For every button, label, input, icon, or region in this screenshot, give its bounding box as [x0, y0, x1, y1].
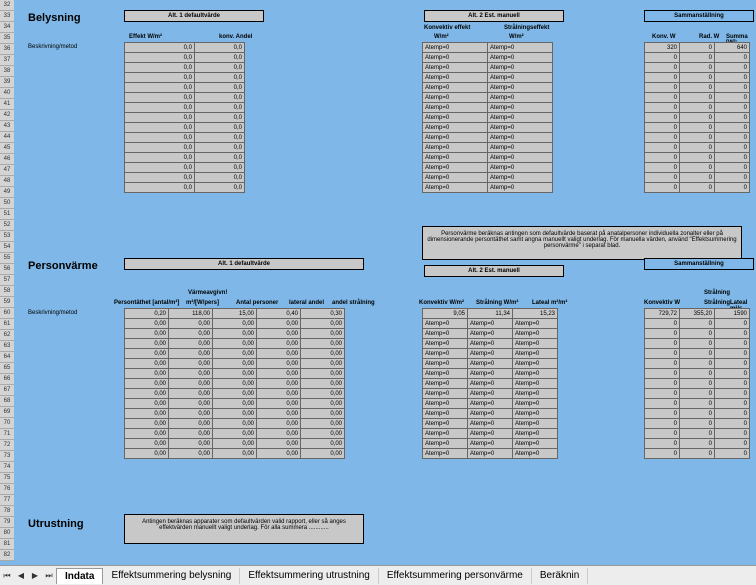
- tab-nav-prev[interactable]: ◀: [14, 567, 28, 585]
- col-wm2: W/m²: [509, 34, 524, 40]
- note-personvarme: Personvärme beräknas antingen som defaul…: [422, 226, 742, 260]
- belysning-table-samman[interactable]: 3200640000000000000000000000000000000000…: [644, 42, 750, 193]
- samman-header-pers: Sammanställning: [644, 258, 754, 270]
- alt1-header-belysning: Alt. 1 defaultvärde: [124, 10, 264, 22]
- pers-c5: andel strålning: [332, 300, 375, 306]
- sidelabel-1: Beskrivning/metod: [28, 44, 77, 50]
- sheet-content: Belysning Alt. 1 defaultvärde Alt. 2 Est…: [14, 0, 756, 565]
- col-wm1: W/m²: [434, 34, 449, 40]
- samman-header-belysning: Sammanställning: [644, 10, 754, 22]
- tab-nav-next[interactable]: ▶: [28, 567, 42, 585]
- alt2-header-pers: Alt. 2 Est. manuell: [424, 265, 564, 277]
- col-stral: Strålningseffekt: [504, 25, 549, 31]
- belysning-table-2[interactable]: Atemp=0Atemp=0Atemp=0Atemp=0Atemp=0Atemp…: [422, 42, 553, 193]
- pers-table-2[interactable]: 9,0511,3415,23Atemp=0Atemp=0Atemp=0Atemp…: [422, 308, 558, 459]
- col-konvw: Konv. W: [652, 34, 676, 40]
- col-radw: Rad. W: [699, 34, 719, 40]
- tab-beräknin[interactable]: Beräknin: [532, 568, 588, 584]
- pers-c1: Persontäthet [antal/m²]: [114, 300, 179, 306]
- sheet-tabbar: ⏮ ◀ ▶ ⏭ IndataEffektsummering belysningE…: [0, 565, 756, 585]
- tab-nav-last[interactable]: ⏭: [42, 567, 56, 585]
- tab-nav-first[interactable]: ⏮: [0, 567, 14, 585]
- row-headers: 3233343536373839404142434445464748495051…: [0, 0, 14, 561]
- pers-c4: lateral andel: [289, 300, 324, 306]
- col-effekt: Effekt W/m²: [129, 34, 162, 40]
- note-utrustning: Antingen beräknas apparater som defaultv…: [124, 514, 364, 544]
- pers-pre: Värmeavgivn!: [188, 290, 227, 296]
- alt2-header-belysning: Alt. 2 Est. manuell: [424, 10, 564, 22]
- sidelabel-2: Beskrivning/metod: [28, 310, 77, 316]
- pers-s-c1: Konvektiv W: [644, 300, 680, 306]
- tab-effektsummering-utrustning[interactable]: Effektsummering utrustning: [240, 568, 379, 584]
- alt1-header-pers: Alt. 1 defaultvärde: [124, 258, 364, 270]
- pers-table-samman[interactable]: 729,72355,201590000000000000000000000000…: [644, 308, 750, 459]
- pers-table-1[interactable]: 0,20118,0015,000,400,300,000,000,000,000…: [124, 308, 345, 459]
- col-konveff: Konvektiv effekt: [424, 25, 470, 31]
- pers-c2: m²/[W/pers]: [186, 300, 219, 306]
- pers-s-c2: Strålning: [704, 300, 730, 306]
- pers-c3: Antal personer: [236, 300, 278, 306]
- col-konv: konv. Andel: [219, 34, 252, 40]
- tab-effektsummering-personvärme[interactable]: Effektsummering personvärme: [379, 568, 532, 584]
- tab-indata[interactable]: Indata: [56, 568, 103, 584]
- belysning-table-1[interactable]: 0,00,00,00,00,00,00,00,00,00,00,00,00,00…: [124, 42, 245, 193]
- pers2-c1: Konvektiv W/m²: [419, 300, 464, 306]
- pers-s-pre: Strålning: [704, 290, 730, 296]
- pers2-c2: Strålning W/m²: [476, 300, 518, 306]
- pers2-c3: Lateal m²/m²: [532, 300, 567, 306]
- section-personvarme: Personvärme: [28, 260, 98, 272]
- section-belysning: Belysning: [28, 12, 81, 24]
- section-utrustning: Utrustning: [28, 518, 84, 530]
- tab-effektsummering-belysning[interactable]: Effektsummering belysning: [103, 568, 240, 584]
